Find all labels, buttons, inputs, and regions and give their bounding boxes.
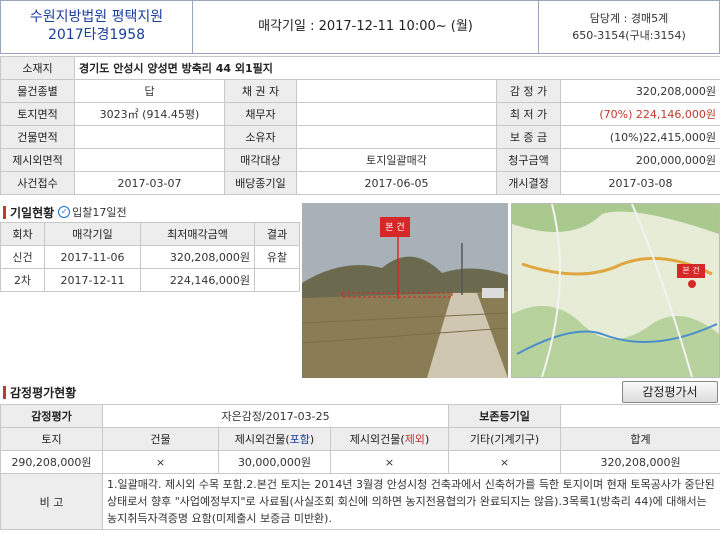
column-header: 합계 — [560, 427, 720, 451]
table-row: 토지 건물 제시외건물(포함) 제시외건물(제외) 기타(기계기구) 합계 — [0, 427, 720, 451]
auction-date: 매각기일 : 2017-12-11 10:00~ (월) — [193, 1, 539, 53]
registration-value — [560, 404, 720, 428]
property-info-table: 소재지 경기도 안성시 양성면 방축리 44 외1필지 물건종별 답 채 권 자… — [0, 56, 720, 195]
column-header: 토지 — [0, 427, 103, 451]
minimum-price: (70%) 224,146,000원 — [559, 102, 720, 126]
check-circle-icon: ✓ — [58, 206, 71, 218]
info-value: 2017-03-08 — [559, 171, 720, 195]
remark-text: 1.일괄매각. 제시외 수목 포함.2.본건 토지는 2014년 3월경 안성시… — [101, 473, 720, 530]
history-title: 기일현황 — [10, 205, 55, 220]
table-row: 회차 매각기일 최저매각금액 결과 — [0, 222, 300, 246]
info-label: 제시외면적 — [0, 148, 75, 172]
info-label: 최 저 가 — [496, 102, 561, 126]
table-row: 제시외면적 매각대상 토지일괄매각 청구금액 200,000,000원 — [0, 148, 720, 172]
info-label: 채무자 — [224, 102, 297, 126]
info-label: 매각대상 — [224, 148, 297, 172]
info-value — [296, 125, 497, 149]
column-header: 회차 — [0, 222, 45, 246]
info-value — [74, 148, 225, 172]
column-header: 제시외건물(포함) — [218, 427, 331, 451]
column-header: 결과 — [254, 222, 300, 246]
table-row: 감정평가 자은감정/2017-03-25 보존등기일 — [0, 404, 720, 428]
info-label: 채 권 자 — [224, 79, 297, 103]
case-number: 2017타경1958 — [47, 27, 146, 43]
appraisal-table: 감정평가 자은감정/2017-03-25 보존등기일 토지 건물 제시외건물(포… — [0, 404, 720, 530]
claim-amount: 200,000,000원 — [559, 148, 720, 172]
info-label: 보 증 금 — [496, 125, 561, 149]
column-header: 매각기일 — [44, 222, 141, 246]
history-header: 기일현황 ✓ 입찰17일전 — [3, 203, 299, 221]
case-header: 수원지방법원 평택지원 2017타경1958 매각기일 : 2017-12-11… — [0, 0, 720, 54]
history-table: 회차 매각기일 최저매각금액 결과 신건 2017-11-06 320,208,… — [0, 222, 300, 292]
table-row: 물건종별 답 채 권 자 감 정 가 320,208,000원 — [0, 79, 720, 103]
table-row: 사건접수 2017-03-07 배당종기일 2017-06-05 개시결정 20… — [0, 171, 720, 195]
table-row: 2차 2017-12-11 224,146,000원 — [0, 268, 300, 292]
info-value — [296, 102, 497, 126]
appraisal-label: 감정평가 — [0, 404, 103, 428]
appraised-price: 320,208,000원 — [559, 79, 720, 103]
column-header: 제시외건물(제외) — [329, 427, 450, 451]
info-value: 답 — [74, 79, 225, 103]
table-row: 토지면적 3023㎡ (914.45평) 채무자 최 저 가 (70%) 224… — [0, 102, 720, 126]
info-label: 청구금액 — [496, 148, 561, 172]
info-label: 물건종별 — [0, 79, 75, 103]
address-label: 소재지 — [0, 56, 75, 80]
court-name: 수원지방법원 평택지원 — [29, 9, 164, 25]
section-marker — [3, 385, 6, 399]
info-value: 2017-06-05 — [296, 171, 497, 195]
appraisal-header: 감정평가현황 — [3, 383, 303, 401]
table-row: 비 고 1.일괄매각. 제시외 수목 포함.2.본건 토지는 2014년 3월경… — [0, 473, 720, 530]
dept-info: 담당계 : 경매5계 650-3154(구내:3154) — [539, 1, 719, 53]
dept-phone: 650-3154(구내:3154) — [572, 29, 686, 42]
section-marker — [3, 205, 6, 219]
map-illustration — [512, 204, 719, 377]
column-header: 건물 — [102, 427, 219, 451]
dept-name: 담당계 : 경매5계 — [589, 12, 669, 25]
table-row: 소재지 경기도 안성시 양성면 방축리 44 외1필지 — [0, 56, 720, 80]
bid-countdown: ✓ 입찰17일전 — [58, 204, 127, 220]
info-value — [296, 79, 497, 103]
info-label: 사건접수 — [0, 171, 75, 195]
table-row: 건물면적 소유자 보 증 금 (10%)22,415,000원 — [0, 125, 720, 149]
table-row: 290,208,000원 × 30,000,000원 × × 320,208,0… — [0, 450, 720, 474]
address-value: 경기도 안성시 양성면 방축리 44 외1필지 — [73, 56, 720, 80]
map-tag: 본 건 — [682, 266, 700, 275]
info-label: 개시결정 — [496, 171, 561, 195]
info-label: 소유자 — [224, 125, 297, 149]
appraiser-value: 자은감정/2017-03-25 — [101, 404, 450, 428]
site-photo[interactable]: 본 건 — [302, 203, 508, 378]
info-value: 3023㎡ (914.45평) — [74, 102, 225, 126]
deposit: (10%)22,415,000원 — [559, 125, 720, 149]
column-header: 기타(기계기구) — [448, 427, 562, 451]
info-label: 건물면적 — [0, 125, 75, 149]
appraisal-report-button[interactable]: 감정평가서 — [622, 381, 718, 403]
photo-tag: 본 건 — [385, 223, 405, 233]
table-row: 신건 2017-11-06 320,208,000원 유찰 — [0, 245, 300, 269]
remark-label: 비 고 — [0, 473, 103, 530]
info-value: 토지일괄매각 — [296, 148, 497, 172]
info-value: 2017-03-07 — [74, 171, 225, 195]
info-label: 감 정 가 — [496, 79, 561, 103]
column-header: 최저매각금액 — [140, 222, 255, 246]
location-map[interactable]: 본 건 — [511, 203, 720, 378]
info-label: 토지면적 — [0, 102, 75, 126]
appraisal-title: 감정평가현황 — [10, 385, 77, 400]
court-case-box: 수원지방법원 평택지원 2017타경1958 — [1, 1, 193, 53]
info-value — [74, 125, 225, 149]
registration-label: 보존등기일 — [448, 404, 562, 428]
info-label: 배당종기일 — [224, 171, 297, 195]
